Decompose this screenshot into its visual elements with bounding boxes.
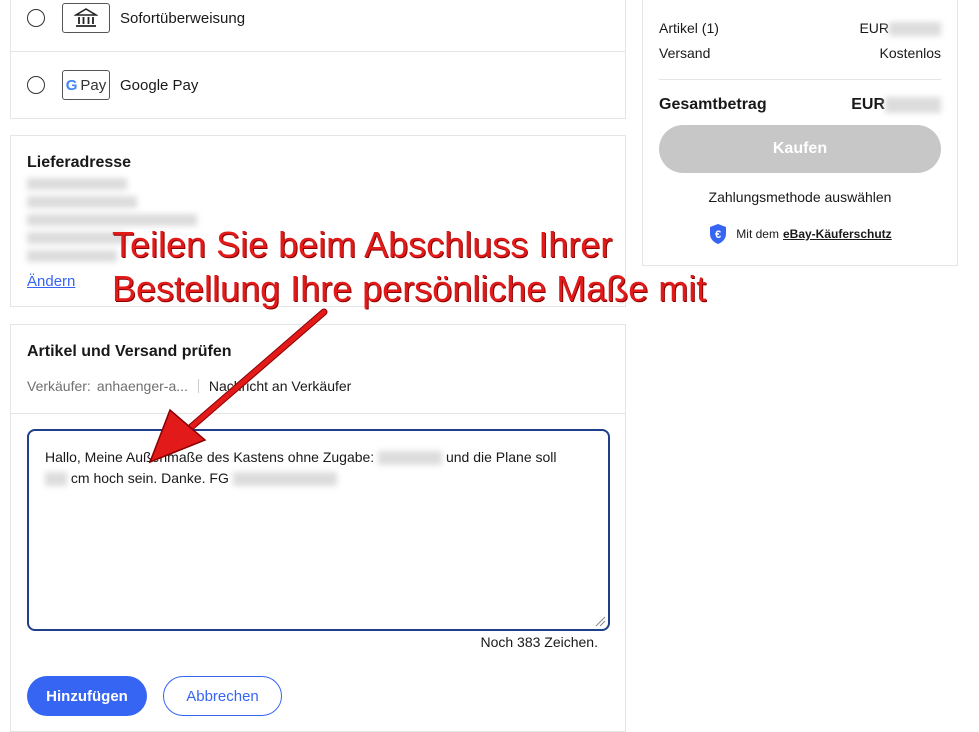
buyer-protection: € Mit dem eBay-Käuferschutz: [643, 223, 957, 245]
payment-hint: Zahlungsmethode auswählen: [708, 189, 892, 205]
redacted-address: [27, 178, 127, 190]
message-seller-link[interactable]: Nachricht an Verkäufer: [209, 378, 351, 394]
payment-option-google-pay[interactable]: G Pay Google Pay: [11, 52, 625, 118]
total-row: Gesamtbetrag EUR: [659, 96, 941, 114]
order-summary-card: Artikel (1) EUR Versand Kostenlos Gesamt…: [642, 0, 958, 266]
protection-prefix: Mit dem: [736, 227, 779, 241]
payment-methods-card: Sofortüberweisung G Pay Google Pay: [10, 0, 626, 119]
total-label: Gesamtbetrag: [659, 96, 767, 113]
euro-shield-icon: €: [710, 224, 727, 244]
cancel-button[interactable]: Abbrechen: [163, 676, 282, 716]
items-price: EUR: [859, 20, 941, 37]
shipping-label: Versand: [659, 45, 711, 61]
redacted-value: [45, 472, 67, 487]
redacted-address: [27, 196, 137, 208]
section-title: Lieferadresse: [27, 154, 132, 171]
shipping-row: Versand Kostenlos: [659, 45, 941, 61]
char-counter: Noch 383 Zeichen.: [480, 634, 598, 650]
payment-option-sofort[interactable]: Sofortüberweisung: [11, 0, 625, 51]
message-text: cm hoch sein. Danke. FG: [70, 470, 229, 486]
google-pay-logo: G Pay: [62, 70, 110, 100]
review-card: Artikel und Versand prüfen Verkäufer: an…: [10, 324, 626, 732]
svg-text:€: €: [715, 229, 721, 241]
seller-name: anhaenger-a...: [96, 378, 188, 394]
seller-row: Verkäufer: anhaenger-a... Nachricht an V…: [27, 378, 351, 394]
items-row: Artikel (1) EUR: [659, 20, 941, 37]
message-textarea[interactable]: Hallo, Meine Außenmaße des Kastens ohne …: [27, 429, 610, 631]
items-label: Artikel (1): [659, 20, 719, 36]
annotation-line-2: Bestellung Ihre persönliche Maße mit: [112, 268, 707, 309]
section-title: Artikel und Versand prüfen: [27, 343, 232, 360]
message-text: und die Plane soll: [445, 449, 557, 465]
redacted-name: [232, 472, 337, 487]
shipping-value: Kostenlos: [879, 45, 941, 61]
divider: [197, 379, 199, 393]
buy-button[interactable]: Kaufen: [659, 125, 941, 173]
message-text: Hallo, Meine Außenmaße des Kastens ohne …: [45, 449, 375, 465]
add-button[interactable]: Hinzufügen: [27, 676, 147, 716]
payment-option-label: Google Pay: [120, 76, 199, 94]
redacted-value: [378, 451, 443, 466]
change-address-link[interactable]: Ändern: [27, 273, 75, 290]
resize-handle-icon[interactable]: [594, 615, 606, 627]
radio-button[interactable]: [27, 9, 45, 27]
radio-button[interactable]: [27, 76, 45, 94]
annotation-line-1: Teilen Sie beim Abschluss Ihrer: [112, 224, 613, 265]
payment-option-label: Sofortüberweisung: [120, 9, 246, 27]
buyer-protection-link[interactable]: eBay-Käuferschutz: [783, 227, 892, 241]
bank-icon: [62, 3, 110, 33]
seller-label: Verkäufer:: [27, 378, 91, 394]
total-price: EUR: [851, 96, 941, 114]
redacted-address: [27, 250, 117, 262]
